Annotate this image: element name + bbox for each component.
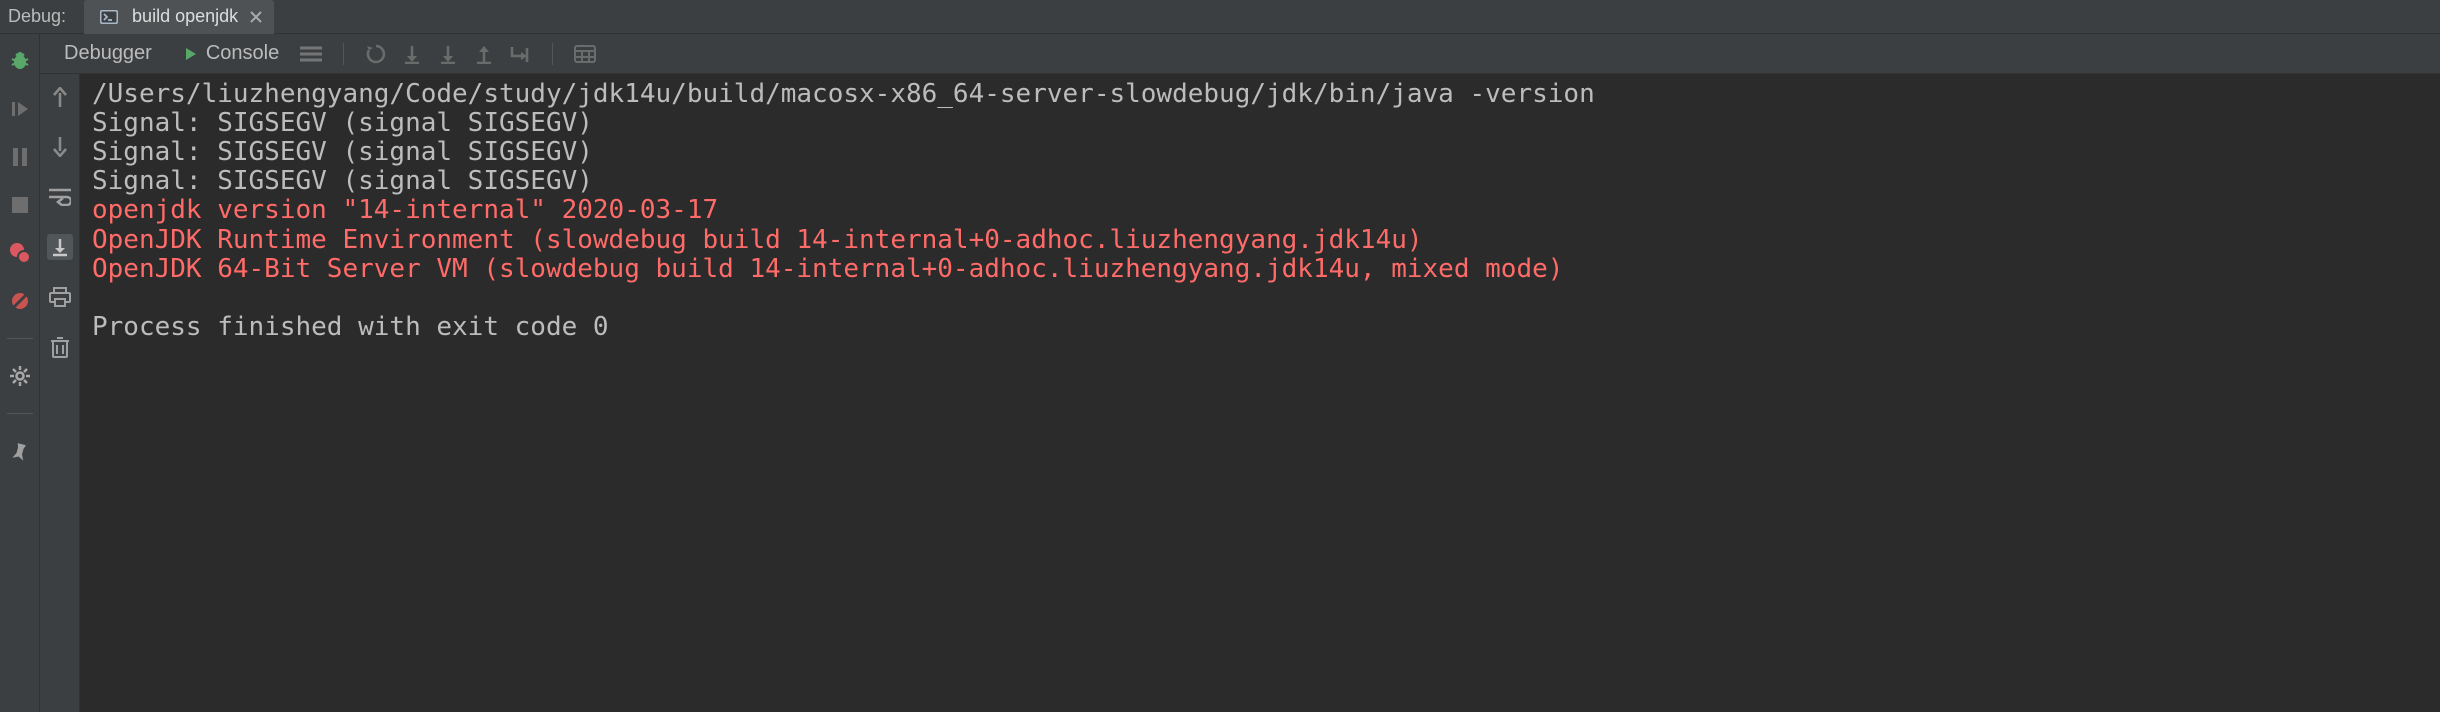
- console-line: Process finished with exit code 0: [80, 313, 2440, 342]
- settings-icon[interactable]: [7, 363, 33, 389]
- breakpoints-icon[interactable]: [7, 240, 33, 266]
- console-line: Signal: SIGSEGV (signal SIGSEGV): [80, 167, 2440, 196]
- tab-debugger[interactable]: Debugger: [50, 38, 166, 69]
- debug-label: Debug:: [8, 6, 66, 27]
- pin-icon[interactable]: [7, 438, 33, 464]
- close-icon[interactable]: [250, 11, 262, 23]
- terminal-icon: [96, 4, 122, 30]
- console-output[interactable]: /Users/liuzhengyang/Code/study/jdk14u/bu…: [80, 74, 2440, 712]
- more-icon[interactable]: [297, 40, 325, 68]
- run-config-title: build openjdk: [132, 6, 238, 27]
- bug-icon[interactable]: [7, 48, 33, 74]
- step-cursor-icon[interactable]: [506, 40, 534, 68]
- separator: [7, 338, 33, 339]
- up-icon[interactable]: [47, 84, 73, 110]
- play-icon: [184, 47, 198, 61]
- console-line: OpenJDK Runtime Environment (slowdebug b…: [80, 226, 2440, 255]
- console-line: /Users/liuzhengyang/Code/study/jdk14u/bu…: [80, 80, 2440, 109]
- run-config-tab[interactable]: build openjdk: [84, 0, 274, 34]
- tab-console-label: Console: [206, 42, 279, 65]
- debug-header: Debug: build openjdk: [0, 0, 2440, 34]
- resume-icon[interactable]: [7, 96, 33, 122]
- soft-wrap-icon[interactable]: [47, 184, 73, 210]
- pause-icon[interactable]: [7, 144, 33, 170]
- console-line: Signal: SIGSEGV (signal SIGSEGV): [80, 109, 2440, 138]
- tab-console[interactable]: Console: [174, 38, 289, 69]
- print-icon[interactable]: [47, 284, 73, 310]
- step-down-icon[interactable]: [434, 40, 462, 68]
- restart-icon[interactable]: [362, 40, 390, 68]
- evaluate-expression-icon[interactable]: [571, 40, 599, 68]
- console-line: OpenJDK 64-Bit Server VM (slowdebug buil…: [80, 255, 2440, 284]
- console-line: [80, 284, 2440, 313]
- step-down-icon[interactable]: [398, 40, 426, 68]
- debug-toolbar: Debugger Console: [40, 34, 2440, 74]
- step-up-icon[interactable]: [470, 40, 498, 68]
- console-actions-rail: [40, 74, 80, 712]
- down-icon[interactable]: [47, 134, 73, 160]
- separator: [7, 413, 33, 414]
- separator: [552, 43, 553, 65]
- console-line: Signal: SIGSEGV (signal SIGSEGV): [80, 138, 2440, 167]
- console-line: openjdk version "14-internal" 2020-03-17: [80, 196, 2440, 225]
- debug-actions-rail: [0, 34, 40, 712]
- mute-breakpoints-icon[interactable]: [7, 288, 33, 314]
- clear-icon[interactable]: [47, 334, 73, 360]
- stop-icon[interactable]: [7, 192, 33, 218]
- separator: [343, 43, 344, 65]
- scroll-to-end-icon[interactable]: [47, 234, 73, 260]
